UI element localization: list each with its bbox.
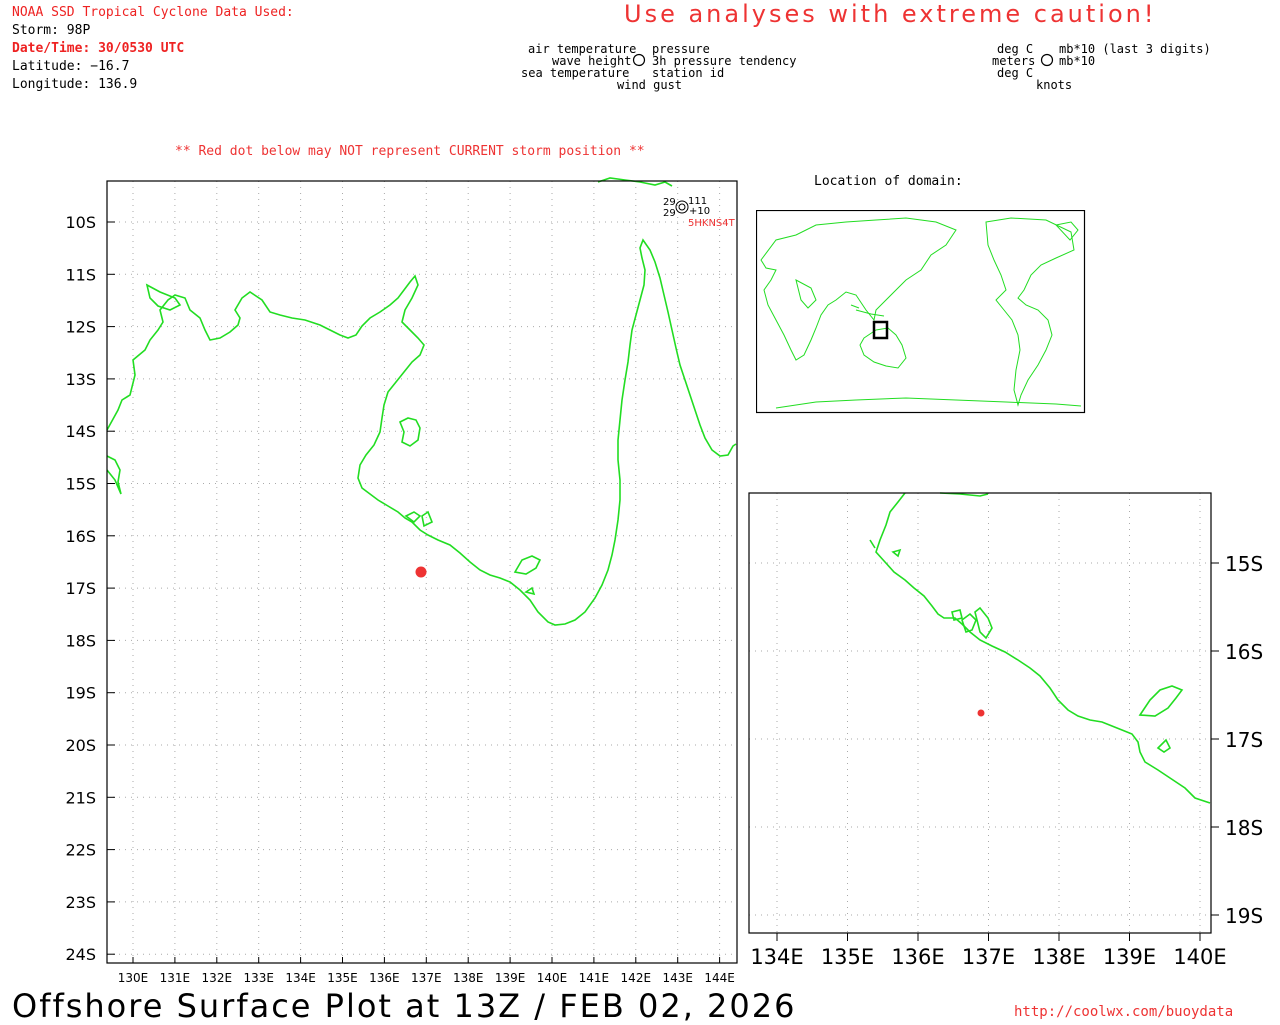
zoom-lon-label-140E: 140E [1173,945,1226,969]
zoom-lon-label-134E: 134E [750,945,803,969]
zoom-lon-label-137E: 137E [962,945,1015,969]
zoom-lat-label-15S: 15S [1225,552,1263,576]
zoom-lat-label-19S: 19S [1225,904,1263,928]
zoom-lon-label-138E: 138E [1032,945,1085,969]
zoom-map: 15S 16S 17S 18S 19S 134E 135E 136E 137E 138E 139E… [748,492,1263,969]
zoom-lon-label-135E: 135E [821,945,874,969]
zoom-lat-label-16S: 16S [1225,640,1263,664]
zoom-map-coastline [869,492,1211,804]
zoom-lat-label-17S: 17S [1225,728,1263,752]
plot-title: Offshore Surface Plot at 13Z / FEB 02, 2… [12,987,797,1025]
zoom-lon-label-139E: 139E [1103,945,1156,969]
source-url[interactable]: http://coolwx.com/buoydata [1014,1004,1233,1020]
zoom-lat-label-18S: 18S [1225,816,1263,840]
zoom-lon-label-136E: 136E [891,945,944,969]
zoom-storm-position-marker [977,709,985,717]
